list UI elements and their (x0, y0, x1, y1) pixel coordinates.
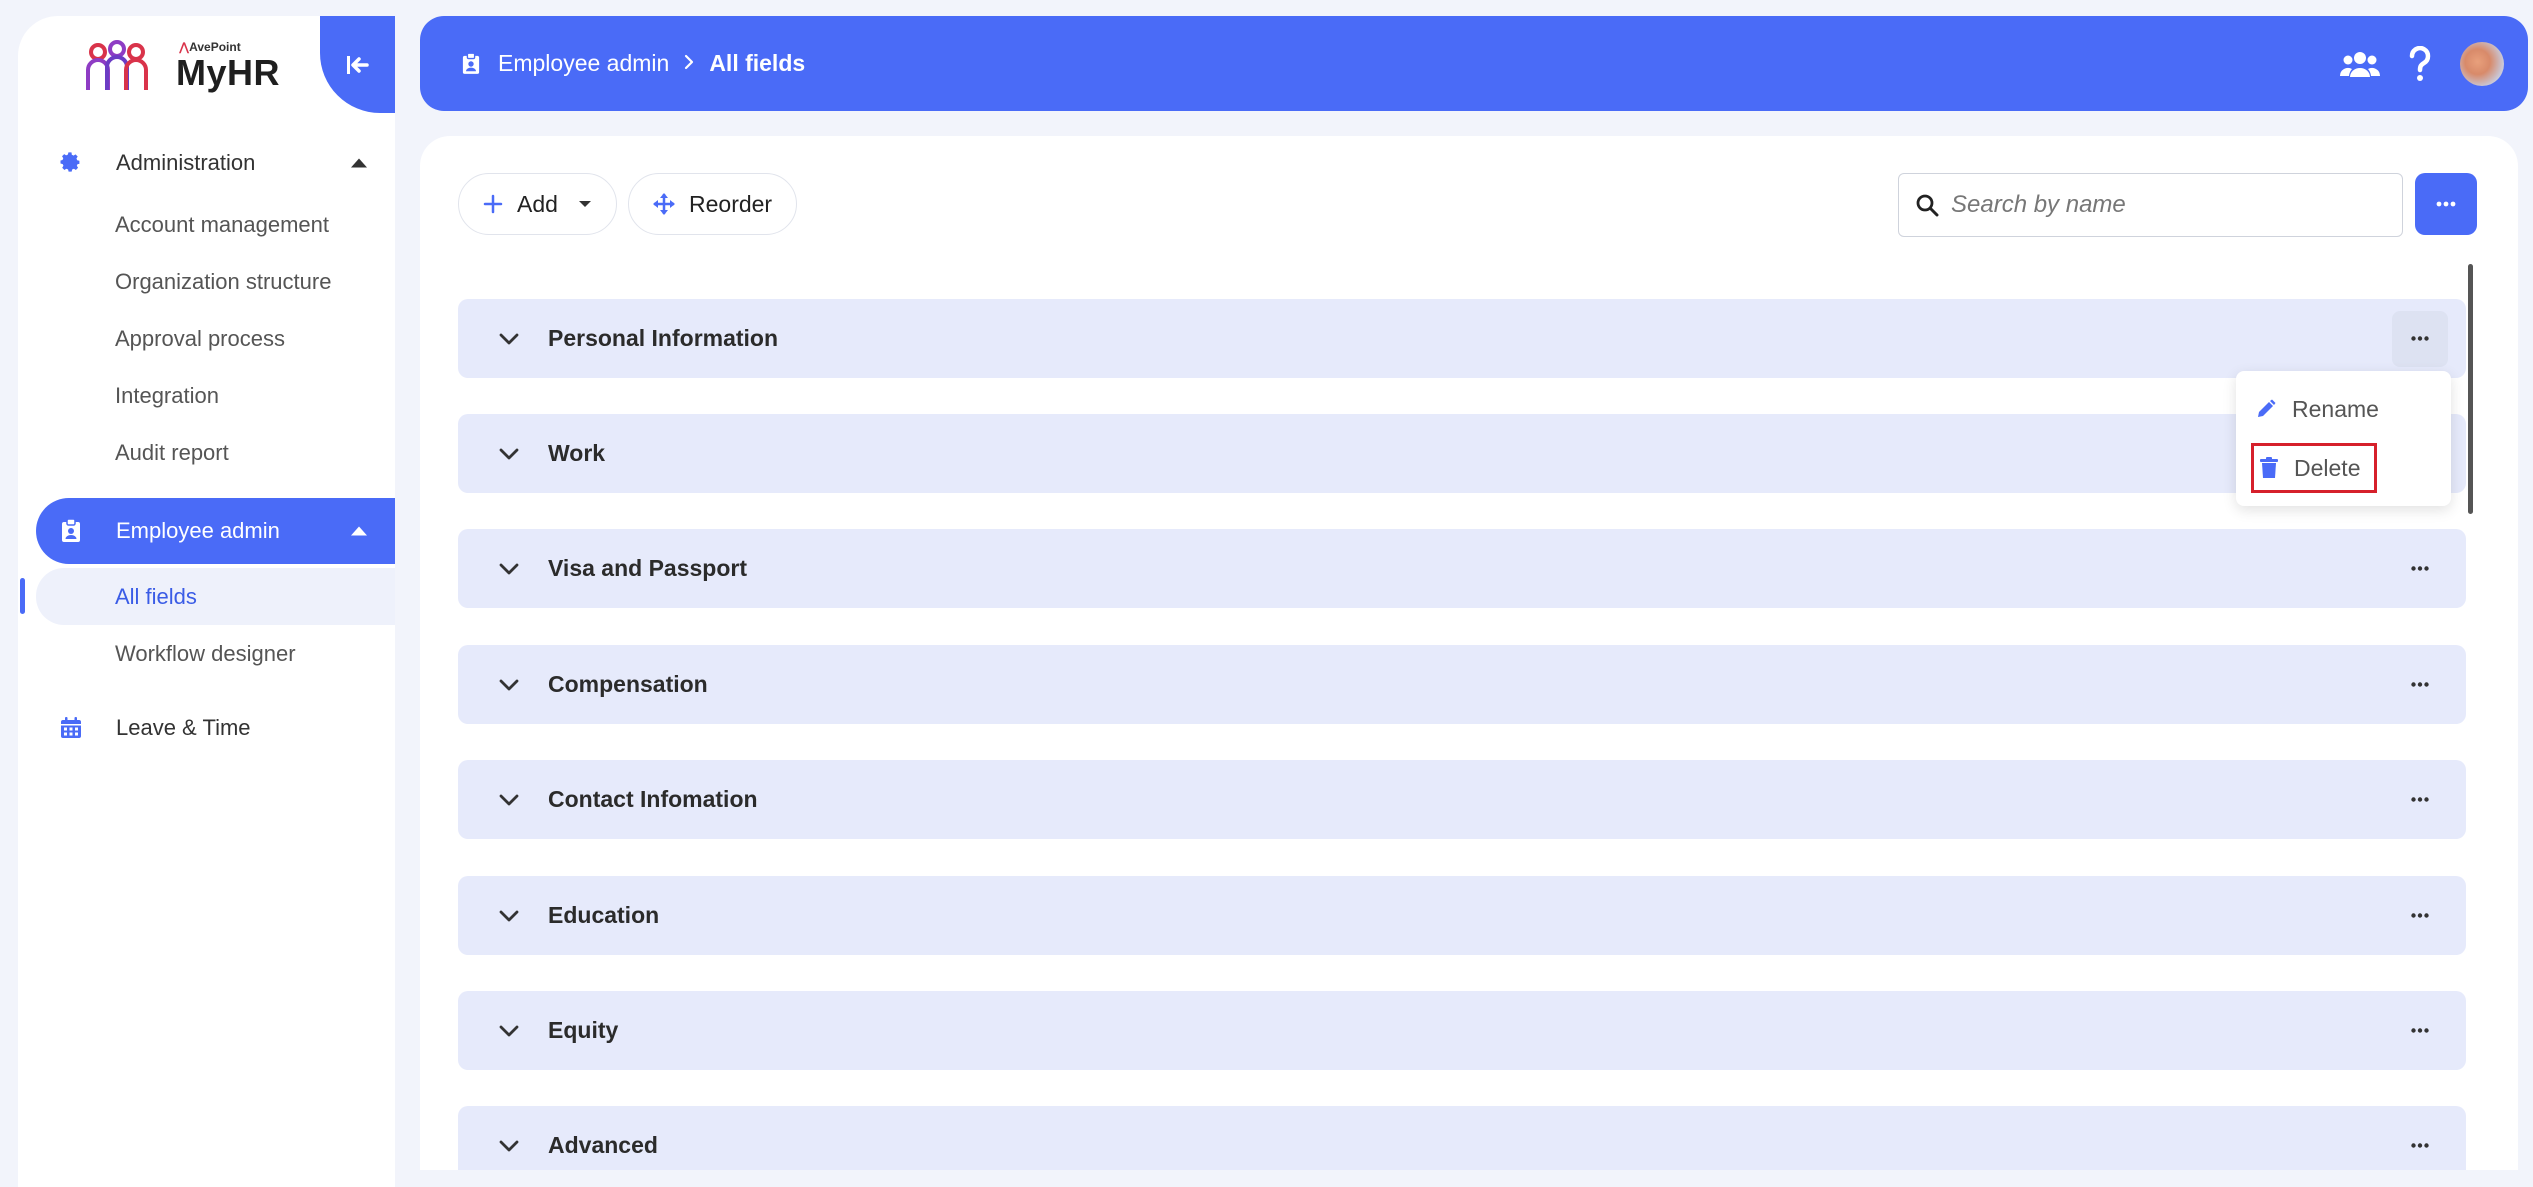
badge-icon (462, 52, 480, 75)
scrollbar[interactable] (2468, 264, 2473, 514)
section-title: Work (548, 440, 606, 466)
nav-administration-label: Administration (116, 150, 256, 175)
section-row[interactable]: Personal Information (458, 299, 2466, 378)
logo: ⋀AvePoint MyHR (84, 36, 280, 96)
section-more-button[interactable] (2392, 310, 2448, 367)
breadcrumb: Employee admin All fields (462, 50, 805, 77)
nav-employee-admin-label: Employee admin (116, 518, 280, 543)
chevron-down-icon[interactable] (498, 447, 520, 461)
section-title: Personal Information (548, 325, 779, 351)
nav-leave-time-label: Leave & Time (116, 715, 251, 740)
chevron-down-icon[interactable] (498, 793, 520, 807)
gear-icon (58, 150, 84, 176)
top-actions (2340, 16, 2504, 111)
delete-menu-item[interactable]: Delete (2251, 443, 2377, 493)
section-more-button[interactable] (2392, 1118, 2448, 1171)
collapse-icon (346, 55, 369, 74)
nav-account-management[interactable]: Account management (18, 196, 395, 253)
section-more-button[interactable] (2392, 541, 2448, 597)
nav-integration[interactable]: Integration (18, 367, 395, 424)
chevron-down-icon[interactable] (498, 332, 520, 346)
more-icon (2411, 1028, 2429, 1033)
section-title: Compensation (548, 671, 708, 697)
section-row[interactable]: Visa and Passport (458, 529, 2466, 608)
chevron-down-icon[interactable] (498, 1139, 520, 1153)
section-title: Visa and Passport (548, 555, 747, 581)
more-icon (2411, 682, 2429, 687)
caret-up-icon[interactable] (351, 158, 367, 168)
move-icon (653, 193, 675, 215)
reorder-label: Reorder (689, 190, 773, 217)
myhr-logo-icon (86, 40, 148, 90)
section-row[interactable]: Work (458, 414, 2466, 493)
chevron-down-icon[interactable] (498, 909, 520, 923)
add-button[interactable]: Add (458, 173, 617, 235)
reorder-button[interactable]: Reorder (628, 173, 798, 235)
people-icon[interactable] (2340, 50, 2380, 78)
nav-audit-report[interactable]: Audit report (18, 424, 395, 481)
caret-up-icon[interactable] (351, 526, 367, 536)
nav-group-leave-time: Leave & Time (18, 695, 395, 761)
chevron-right-icon (683, 51, 695, 77)
top-bar: Employee admin All fields (420, 16, 2528, 111)
search-input[interactable] (1951, 191, 2391, 219)
rename-label: Rename (2292, 395, 2379, 422)
section-row[interactable]: Contact Infomation (458, 760, 2466, 839)
more-icon (2411, 566, 2429, 571)
sidebar: ⋀AvePoint MyHR Administration Account ma… (18, 16, 395, 1187)
more-options-button[interactable] (2415, 173, 2477, 235)
section-title: Contact Infomation (548, 786, 758, 812)
pencil-icon (2256, 399, 2276, 419)
nav-group-employee-admin: Employee admin All fields Workflow desig… (18, 498, 395, 682)
section-more-button[interactable] (2392, 657, 2448, 713)
caret-down-icon (578, 199, 592, 209)
more-icon (2411, 913, 2429, 918)
section-row[interactable]: Compensation (458, 645, 2466, 724)
section-more-button[interactable] (2392, 772, 2448, 828)
breadcrumb-parent[interactable]: Employee admin (498, 50, 669, 77)
section-title: Education (548, 902, 660, 928)
chevron-down-icon[interactable] (498, 1024, 520, 1038)
more-icon (2411, 797, 2429, 802)
section-more-button[interactable] (2392, 888, 2448, 944)
nav-workflow-designer[interactable]: Workflow designer (18, 625, 395, 682)
nav-employee-admin[interactable]: Employee admin (36, 498, 395, 564)
plus-icon (483, 194, 503, 214)
badge-icon (58, 518, 84, 544)
main-panel: Add Reorder Personal Information Work Vi… (420, 136, 2518, 1170)
section-row[interactable]: Advanced (458, 1106, 2466, 1170)
logo-name: MyHR (176, 52, 281, 93)
delete-label: Delete (2294, 454, 2361, 481)
nav-approval-process[interactable]: Approval process (18, 310, 395, 367)
avatar[interactable] (2460, 41, 2504, 86)
nav-all-fields[interactable]: All fields (20, 568, 395, 625)
more-icon (2411, 1143, 2429, 1148)
section-title: Advanced (548, 1132, 658, 1158)
chevron-down-icon[interactable] (498, 562, 520, 576)
trash-icon (2260, 457, 2278, 479)
section-row[interactable]: Education (458, 876, 2466, 955)
breadcrumb-current: All fields (709, 50, 806, 76)
search-box (1898, 173, 2403, 237)
collapse-sidebar-button[interactable] (320, 16, 395, 113)
section-context-menu: Rename Delete (2236, 371, 2451, 506)
nav-administration[interactable]: Administration (18, 130, 395, 196)
chevron-down-icon[interactable] (498, 678, 520, 692)
nav-organization-structure[interactable]: Organization structure (18, 253, 395, 310)
more-icon (2411, 336, 2429, 341)
section-title: Equity (548, 1017, 619, 1043)
section-more-button[interactable] (2392, 1003, 2448, 1059)
nav-leave-time[interactable]: Leave & Time (18, 695, 395, 761)
section-row[interactable]: Equity (458, 991, 2466, 1070)
calendar-icon (58, 715, 84, 741)
add-label: Add (517, 190, 558, 217)
more-icon (2436, 201, 2456, 207)
search-icon (1915, 193, 1939, 217)
rename-menu-item[interactable]: Rename (2236, 381, 2451, 437)
nav-group-administration: Administration Account management Organi… (18, 130, 395, 481)
help-icon[interactable] (2408, 45, 2432, 82)
